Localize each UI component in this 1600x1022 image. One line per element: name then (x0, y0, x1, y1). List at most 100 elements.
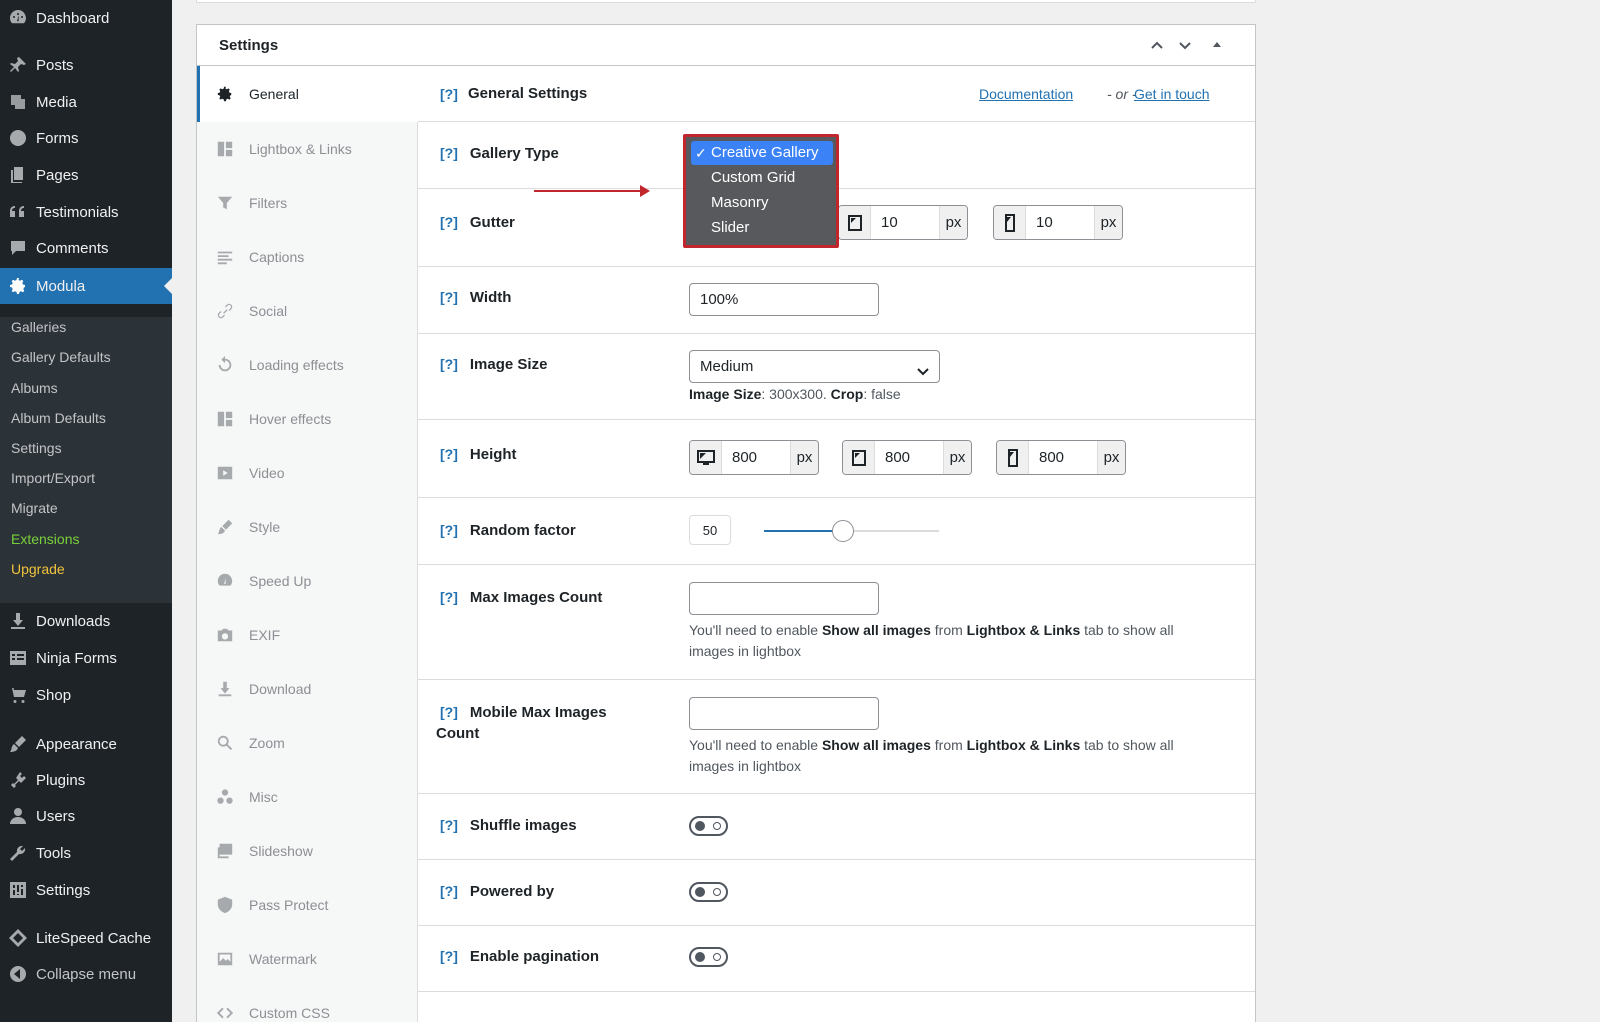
tab-lightbox-links[interactable]: Lightbox & Links (197, 122, 418, 176)
menu-dashboard[interactable]: Dashboard (0, 0, 172, 36)
tab-exif[interactable]: EXIF (197, 608, 418, 662)
help-link[interactable]: [?] (440, 817, 458, 833)
tab-pass-protect[interactable]: Pass Protect (197, 878, 418, 932)
tab-zoom[interactable]: Zoom (197, 716, 418, 770)
submenu-extensions[interactable]: Extensions (11, 529, 79, 549)
menu-shop[interactable]: Shop (0, 677, 172, 713)
random-factor-slider[interactable] (764, 520, 939, 542)
menu-collapse[interactable]: Collapse menu (0, 956, 172, 992)
menu-pages[interactable]: Pages (0, 157, 172, 193)
menu-plugins[interactable]: Plugins (0, 762, 172, 798)
help-link[interactable]: [?] (440, 86, 458, 102)
submenu-migrate[interactable]: Migrate (11, 498, 58, 518)
submenu-albums[interactable]: Albums (11, 378, 58, 398)
tab-captions[interactable]: Captions (197, 230, 418, 284)
gutter-tablet-field[interactable]: 10 px (838, 205, 968, 240)
mobile-icon (994, 206, 1026, 239)
menu-posts[interactable]: Posts (0, 47, 172, 83)
help-link[interactable]: [?] (440, 883, 458, 899)
menu-appearance[interactable]: Appearance (0, 726, 172, 762)
width-label: Width (469, 289, 512, 306)
help-link[interactable]: [?] (440, 522, 458, 538)
brush-icon (215, 517, 235, 537)
menu-ninja-forms[interactable]: Ninja Forms (0, 640, 172, 676)
menu-forms[interactable]: Forms (0, 120, 172, 156)
image-icon (215, 949, 235, 969)
submenu-settings[interactable]: Settings (11, 438, 62, 458)
circles-icon (215, 787, 235, 807)
help-link[interactable]: [?] (440, 589, 458, 605)
metabox-header: Settings (197, 25, 1255, 66)
help-link[interactable]: [?] (440, 446, 458, 462)
slider-thumb[interactable] (831, 520, 854, 542)
help-link[interactable]: [?] (440, 145, 458, 161)
link-icon (215, 301, 235, 321)
shuffle-toggle[interactable] (689, 816, 728, 836)
comment-icon (0, 238, 36, 258)
tab-filters[interactable]: Filters (197, 176, 418, 230)
tab-watermark[interactable]: Watermark (197, 932, 418, 986)
menu-users[interactable]: Users (0, 798, 172, 834)
menu-litespeed-cache[interactable]: LiteSpeed Cache (0, 920, 172, 956)
search-icon (215, 733, 235, 753)
option-custom-grid[interactable]: Custom Grid (691, 166, 833, 190)
image-size-label: Image Size (469, 356, 548, 373)
tab-download[interactable]: Download (197, 662, 418, 716)
tab-video[interactable]: Video (197, 446, 418, 500)
wrench-icon (0, 843, 36, 863)
tab-speed-up[interactable]: Speed Up (197, 554, 418, 608)
tab-social[interactable]: Social (197, 284, 418, 338)
tab-loading-effects[interactable]: Loading effects (197, 338, 418, 392)
image-size-select[interactable]: Medium (689, 350, 940, 383)
menu-media[interactable]: Media (0, 84, 172, 120)
submenu-upgrade[interactable]: Upgrade (11, 559, 65, 579)
move-down-icon[interactable] (1175, 35, 1195, 55)
option-creative-gallery[interactable]: ✓ Creative Gallery (691, 141, 833, 165)
move-up-icon[interactable] (1147, 35, 1167, 55)
menu-settings[interactable]: Settings (0, 872, 172, 908)
panel-header: [?] General Settings Documentation - or … (418, 66, 1255, 122)
pagination-row: [?] Enable pagination (418, 926, 1255, 992)
admin-sidebar: Dashboard Posts Media Forms Pages Testim… (0, 0, 172, 1022)
chevron-down-icon (915, 359, 931, 376)
tab-slideshow[interactable]: Slideshow (197, 824, 418, 878)
gutter-mobile-field[interactable]: 10 px (993, 205, 1123, 240)
documentation-link[interactable]: Documentation (979, 86, 1073, 102)
pagination-toggle[interactable] (689, 947, 728, 967)
tab-hover-effects[interactable]: Hover effects (197, 392, 418, 446)
menu-comments[interactable]: Comments (0, 230, 172, 266)
tab-general[interactable]: General (197, 66, 419, 122)
mobile-max-images-input[interactable] (689, 697, 879, 730)
help-link[interactable]: [?] (440, 214, 458, 230)
menu-downloads[interactable]: Downloads (0, 603, 172, 639)
max-images-input[interactable] (689, 582, 879, 615)
menu-modula[interactable]: Modula (0, 268, 172, 304)
powered-by-toggle[interactable] (689, 882, 728, 902)
get-in-touch-link[interactable]: Get in touch (1134, 86, 1210, 102)
height-desktop-field[interactable]: 800 px (689, 440, 819, 475)
width-input[interactable]: 100% (689, 283, 879, 316)
gallery-type-dropdown: ✓ Creative Gallery Custom Grid Masonry Sl… (683, 134, 839, 248)
help-link[interactable]: [?] (440, 289, 458, 305)
height-mobile-field[interactable]: 800 px (996, 440, 1126, 475)
submenu-album-defaults[interactable]: Album Defaults (11, 408, 106, 428)
random-factor-value[interactable]: 50 (689, 515, 731, 545)
help-link[interactable]: [?] (440, 948, 458, 964)
collapse-panel-icon[interactable] (1207, 35, 1227, 55)
modula-submenu: Galleries Gallery Defaults Albums Album … (0, 317, 172, 603)
submenu-galleries[interactable]: Galleries (11, 317, 66, 337)
height-tablet-field[interactable]: 800 px (842, 440, 972, 475)
menu-testimonials[interactable]: Testimonials (0, 194, 172, 230)
tab-style[interactable]: Style (197, 500, 418, 554)
submenu-gallery-defaults[interactable]: Gallery Defaults (11, 347, 111, 367)
submenu-import-export[interactable]: Import/Export (11, 468, 95, 488)
help-link[interactable]: [?] (440, 356, 458, 372)
tab-misc[interactable]: Misc (197, 770, 418, 824)
unit-label: px (1094, 206, 1122, 239)
option-masonry[interactable]: Masonry (691, 191, 833, 215)
option-slider[interactable]: Slider (691, 216, 833, 240)
tab-custom-css[interactable]: Custom CSS (197, 986, 418, 1022)
text-lines-icon (215, 247, 235, 267)
help-link[interactable]: [?] (440, 704, 458, 720)
menu-tools[interactable]: Tools (0, 835, 172, 871)
